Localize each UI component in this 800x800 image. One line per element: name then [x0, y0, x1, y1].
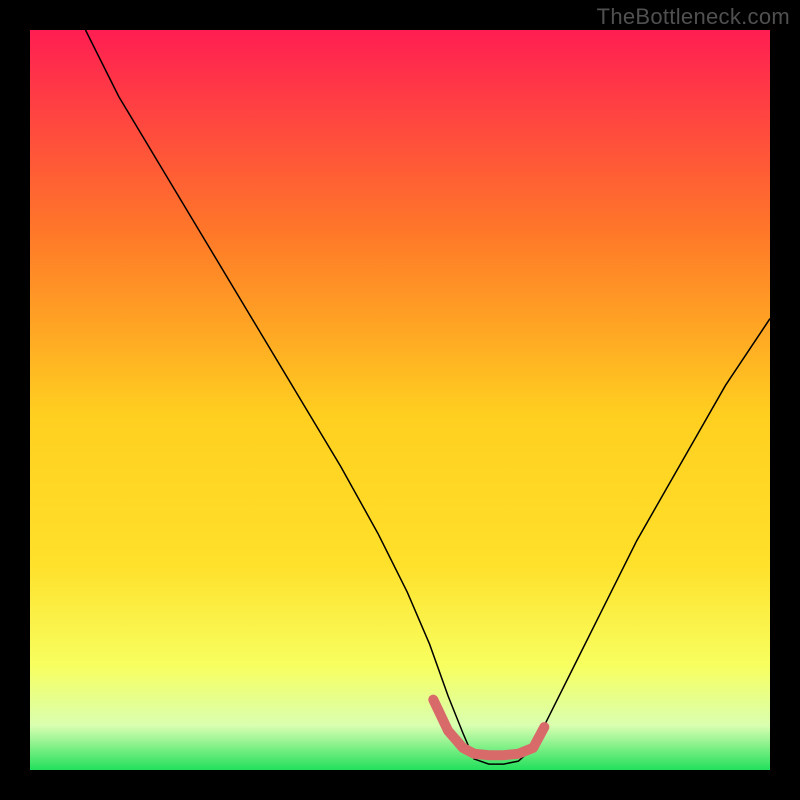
watermark-text: TheBottleneck.com	[597, 4, 790, 30]
plot-background	[30, 30, 770, 770]
bottleneck-chart	[0, 0, 800, 800]
chart-frame: TheBottleneck.com	[0, 0, 800, 800]
